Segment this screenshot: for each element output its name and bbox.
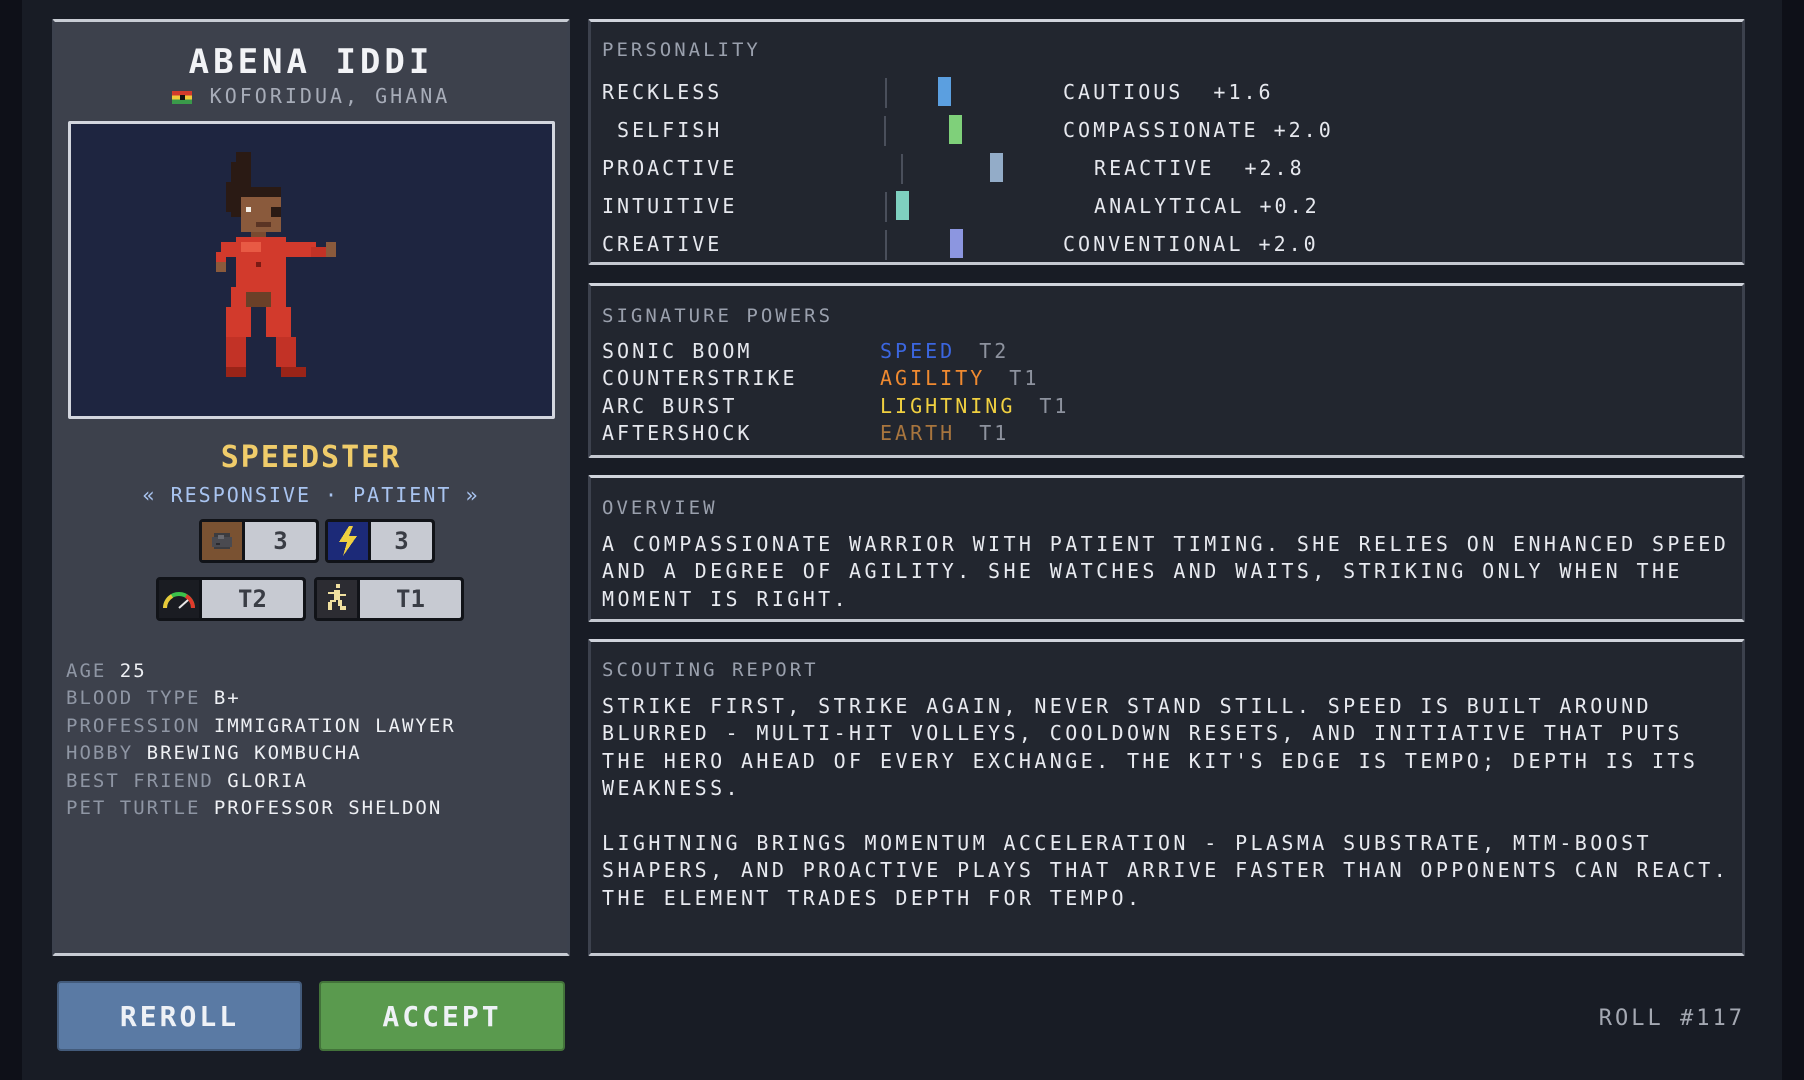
lightning-badge-value: 3 [368,522,432,560]
personality-axis [885,78,887,108]
power-element: EARTH [880,421,956,445]
agility-tier-badge: T1 [314,577,464,621]
personality-axis [885,230,887,260]
power-name: COUNTERSTRIKE [602,366,798,390]
agility-tier-value: T1 [357,580,461,618]
agility-runner-icon [317,580,357,618]
accept-button[interactable]: ACCEPT [319,981,565,1051]
lightning-badge: 3 [325,519,435,563]
personality-axis [901,154,903,184]
hero-sprite [216,152,336,377]
personality-panel: PERSONALITY RECKLESS CAUTIOUS +1.6 SELFIS… [588,19,1745,265]
personality-left-label: INTUITIVE [602,194,738,218]
hero-archetype: SPEEDSTER [220,440,402,475]
personality-left-label: PROACTIVE [602,156,738,180]
power-element: AGILITY [880,366,986,390]
power-tier: T2 [979,339,1010,363]
scouting-paragraph-2: LIGHTNING BRINGS MOMENTUM ACCELERATION -… [602,831,1730,910]
personality-right-label: ANALYTICAL +0.2 [1079,194,1320,218]
overview-title: OVERVIEW [602,497,718,519]
scouting-paragraph-1: STRIKE FIRST, STRIKE AGAIN, NEVER STAND … [602,694,1699,801]
personality-marker [896,191,909,220]
speedometer-icon [159,580,199,618]
power-element: LIGHTNING [880,394,1016,418]
personality-marker [990,153,1003,182]
personality-axis [884,116,886,146]
reroll-button[interactable]: REROLL [57,981,302,1051]
personality-marker [950,229,963,258]
scouting-title: SCOUTING REPORT [602,659,819,681]
stat-blood-type: BLOOD TYPE B+ [66,687,241,710]
scouting-panel: SCOUTING REPORT STRIKE FIRST, STRIKE AGA… [588,639,1745,956]
power-name: AFTERSHOCK [602,421,753,445]
powers-panel: SIGNATURE POWERS SONIC BOOM SPEED T2 COUNT… [588,283,1745,458]
stat-best-friend: BEST FRIEND GLORIA [66,769,308,792]
element-badges: 3 3 [199,519,435,563]
earth-rock-icon [202,522,242,560]
personality-right-label: CONVENTIONAL +2.0 [1063,232,1319,256]
personality-marker [949,115,962,144]
personality-right-label: REACTIVE +2.8 [1079,156,1305,180]
hero-traits: « RESPONSIVE · PATIENT » [142,483,480,507]
speed-tier-badge: T2 [156,577,306,621]
tier-badges: T2 T1 [156,577,464,621]
stat-hobby: HOBBY BREWING KOMBUCHA [66,742,362,765]
hero-stats: AGE 25 BLOOD TYPE B+ PROFESSION IMMIGRAT… [66,658,456,822]
power-tier: T1 [1039,394,1070,418]
personality-left-label: SELFISH [602,118,723,142]
hero-location: KOFORIDUA, GHANA [55,84,567,108]
roll-counter: ROLL #117 [1598,1006,1745,1031]
personality-right-label: CAUTIOUS +1.6 [1063,80,1274,104]
personality-left-label: RECKLESS [602,80,723,104]
stat-pet-turtle: PET TURTLE PROFESSOR SHELDON [66,797,443,820]
earth-badge: 3 [199,519,319,563]
hero-name: ABENA IDDI [188,42,434,82]
power-row: ARC BURST LIGHTNING T1 [602,394,1069,418]
earth-badge-value: 3 [242,522,316,560]
overview-text: A COMPASSIONATE WARRIOR WITH PATIENT TIM… [602,532,1730,611]
stat-age: AGE 25 [66,660,147,682]
character-card: ABENA IDDI KOFORIDUA, GHANA SPEEDSTER « … [52,19,570,956]
power-tier: T1 [1009,366,1040,390]
power-element: SPEED [880,339,956,363]
stat-profession: PROFESSION IMMIGRATION LAWYER [66,714,456,737]
overview-panel: OVERVIEW A COMPASSIONATE WARRIOR WITH PA… [588,475,1745,622]
personality-axis [885,192,887,222]
power-row: COUNTERSTRIKE AGILITY T1 [602,366,1039,390]
powers-title: SIGNATURE POWERS [602,305,834,327]
personality-left-label: CREATIVE [602,232,723,256]
location-text: KOFORIDUA, GHANA [209,84,451,108]
power-tier: T1 [979,421,1010,445]
speed-tier-value: T2 [199,580,303,618]
hero-portrait [68,121,555,419]
power-row: SONIC BOOM SPEED T2 [602,339,1009,363]
lightning-icon [328,522,368,560]
personality-title: PERSONALITY [602,39,761,61]
power-name: SONIC BOOM [602,339,753,363]
personality-marker [938,77,951,106]
personality-right-label: COMPASSIONATE +2.0 [1063,118,1334,142]
ghana-flag-icon [171,91,192,104]
power-name: ARC BURST [602,394,738,418]
power-row: AFTERSHOCK EARTH T1 [602,421,1009,445]
